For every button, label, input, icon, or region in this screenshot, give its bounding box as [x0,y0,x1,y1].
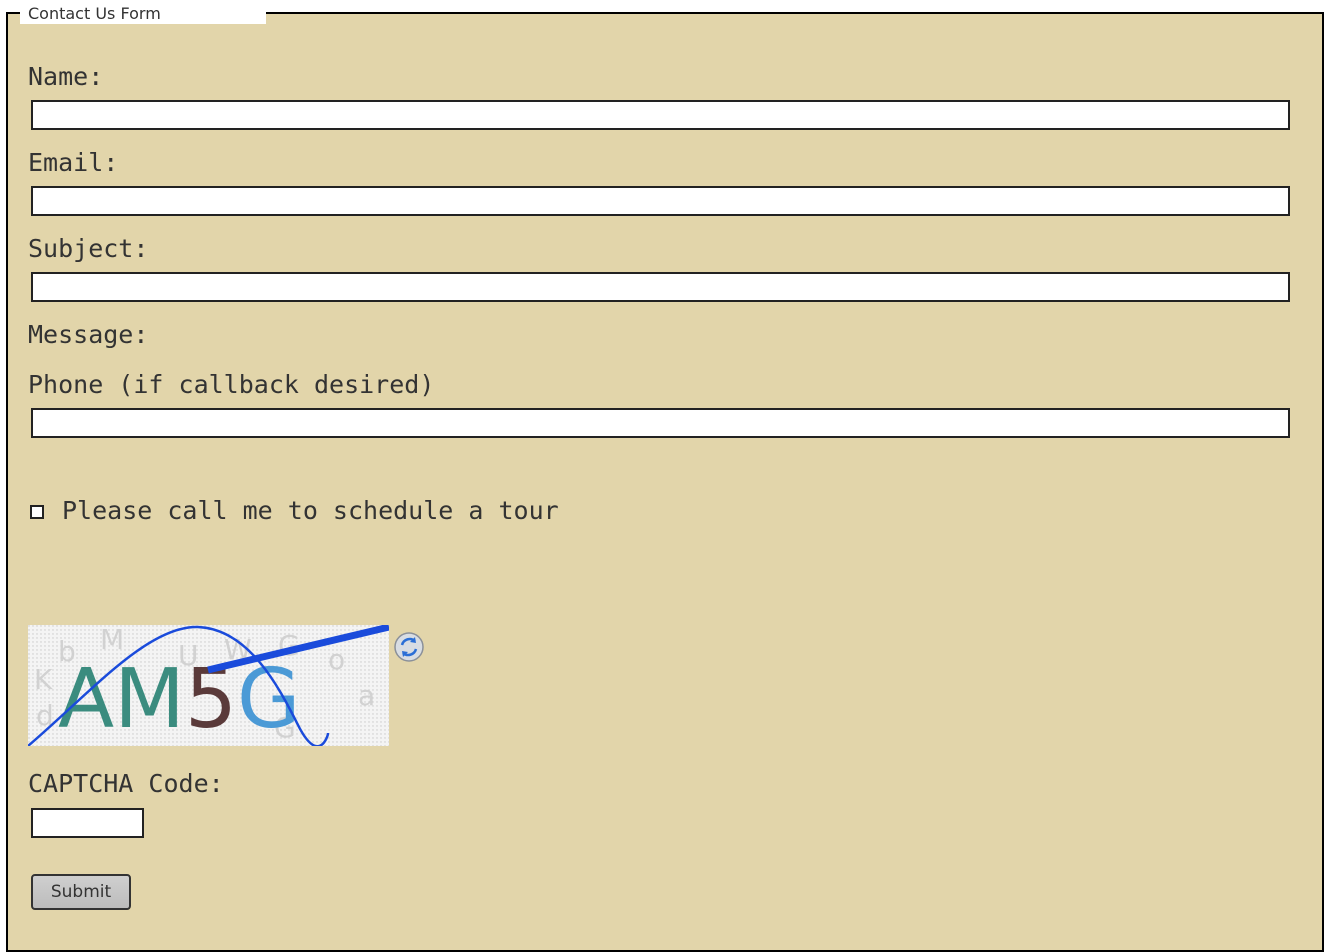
svg-text:K: K [34,663,53,696]
tour-checkbox[interactable] [30,505,44,519]
message-label: Message: [28,320,149,349]
submit-button[interactable]: Submit [31,874,131,910]
refresh-icon[interactable] [393,631,425,663]
captcha-char-4: G [237,652,301,746]
subject-label: Subject: [28,234,149,263]
name-label: Name: [28,62,104,91]
captcha-image: b M K W G o a d G U AM5G [28,625,389,746]
form-legend: Contact Us Form [20,4,266,24]
captcha-input[interactable] [31,808,144,838]
phone-input[interactable] [31,408,1290,438]
name-input[interactable] [31,100,1290,130]
phone-label: Phone (if callback desired) [28,370,435,399]
email-label: Email: [28,148,119,177]
svg-text:a: a [358,679,375,712]
captcha-char-2: M [114,652,185,746]
contact-form-frame [6,12,1324,952]
svg-text:o: o [328,643,345,676]
email-input[interactable] [31,186,1290,216]
tour-checkbox-label: Please call me to schedule a tour [62,496,559,525]
captcha-label: CAPTCHA Code: [28,769,224,798]
captcha-char-1: A [58,652,114,746]
subject-input[interactable] [31,272,1290,302]
